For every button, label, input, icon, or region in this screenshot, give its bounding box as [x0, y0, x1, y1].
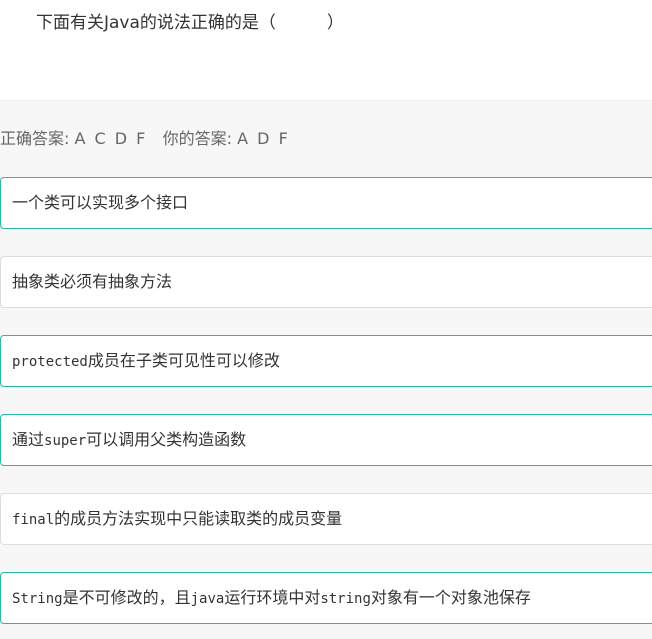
option-b-text: 抽象类必须有抽象方法 [12, 271, 172, 293]
option-text-segment: 对象有一个对象池保存 [370, 588, 531, 607]
question-area: 下面有关Java的说法正确的是（ ） [0, 0, 652, 100]
code-keyword: protected [12, 354, 88, 370]
option-text-segment: 可以调用父类构造函数 [86, 430, 247, 449]
option-text-segment: 运行环境中对 [224, 588, 321, 607]
option-c-text: protected成员在子类可见性可以修改 [12, 350, 280, 373]
option-d-text: 通过super可以调用父类构造函数 [12, 429, 246, 452]
option-text-segment: 通过 [12, 430, 45, 449]
option-f-text: String是不可修改的，且java运行环境中对string对象有一个对象池保存 [12, 587, 531, 610]
option-b[interactable]: 抽象类必须有抽象方法 [0, 256, 652, 308]
option-c[interactable]: protected成员在子类可见性可以修改 [0, 335, 652, 387]
code-keyword: final [12, 512, 55, 528]
question-title: 下面有关Java的说法正确的是（ ） [36, 13, 344, 33]
option-text-segment: 的成员方法实现中只能读取类的成员变量 [54, 509, 343, 528]
correct-answer-value: A C D F [74, 129, 148, 148]
option-text-segment: 是不可修改的，且 [62, 588, 191, 607]
option-f[interactable]: String是不可修改的，且java运行环境中对string对象有一个对象池保存 [0, 572, 652, 624]
correct-answer-label: 正确答案: [0, 129, 75, 148]
answer-summary: 正确答案: A C D F 你的答案: A D F [0, 129, 290, 149]
option-d[interactable]: 通过super可以调用父类构造函数 [0, 414, 652, 466]
code-keyword: string [320, 591, 371, 607]
code-keyword: String [12, 591, 63, 607]
your-answer-value: A D F [237, 129, 290, 148]
your-answer-label: 你的答案: [162, 129, 238, 148]
option-a-text: 一个类可以实现多个接口 [12, 192, 188, 214]
code-keyword: java [190, 591, 225, 607]
option-text-segment: 一个类可以实现多个接口 [12, 193, 189, 212]
code-keyword: super [44, 433, 87, 449]
option-text-segment: 成员在子类可见性可以修改 [87, 351, 280, 370]
option-a[interactable]: 一个类可以实现多个接口 [0, 177, 652, 229]
option-e[interactable]: final的成员方法实现中只能读取类的成员变量 [0, 493, 652, 545]
option-e-text: final的成员方法实现中只能读取类的成员变量 [12, 508, 342, 531]
option-text-segment: 抽象类必须有抽象方法 [12, 272, 173, 291]
